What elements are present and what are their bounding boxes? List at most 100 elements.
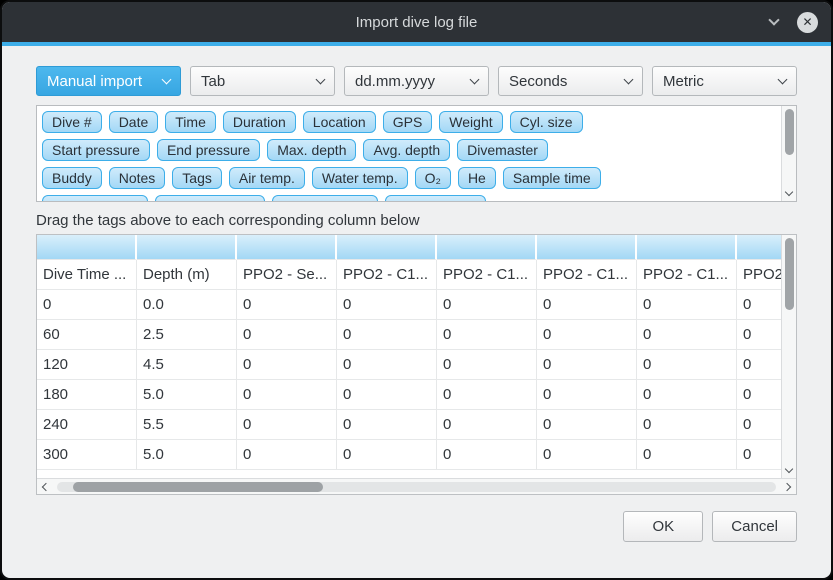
cancel-button[interactable]: Cancel: [712, 511, 797, 542]
field-tag[interactable]: End pressure: [157, 139, 260, 161]
scrollbar-thumb[interactable]: [785, 238, 794, 310]
field-tag[interactable]: Sample press.: [155, 195, 264, 201]
table-cell: 5.0: [137, 440, 237, 470]
column-header[interactable]: Depth (m): [137, 260, 237, 290]
table-cell: 0: [37, 290, 137, 320]
field-tag[interactable]: Sample temp.: [272, 195, 378, 201]
field-tag[interactable]: Max. depth: [267, 139, 356, 161]
titlebar[interactable]: Import dive log file ✕: [2, 2, 831, 42]
drop-target-cell[interactable]: [437, 235, 537, 260]
field-tag[interactable]: Water temp.: [312, 167, 408, 189]
field-tag[interactable]: Avg. depth: [363, 139, 450, 161]
field-tag[interactable]: Time: [165, 111, 216, 133]
field-tag[interactable]: Dive #: [42, 111, 102, 133]
field-tag[interactable]: Cyl. size: [510, 111, 583, 133]
table-cell: 0: [537, 290, 637, 320]
table-cell: 0: [237, 290, 337, 320]
close-button[interactable]: ✕: [797, 12, 818, 33]
field-separator-value: Tab: [201, 73, 225, 90]
table-vscrollbar[interactable]: [781, 235, 796, 478]
table-cell: 0: [537, 440, 637, 470]
drop-target-cell[interactable]: [237, 235, 337, 260]
table-cell: 0: [437, 350, 537, 380]
scroll-left-icon[interactable]: [37, 479, 55, 494]
window-title: Import dive log file: [356, 14, 478, 31]
table-cell: 0: [637, 350, 737, 380]
import-mode-value: Manual import: [47, 73, 142, 90]
table-cell: 0: [337, 440, 437, 470]
chevron-down-icon: [778, 74, 788, 84]
field-tag[interactable]: Buddy: [42, 167, 102, 189]
data-table: Dive Time ...Depth (m)PPO2 - Se...PPO2 -…: [37, 235, 781, 470]
drop-target-cell[interactable]: [537, 235, 637, 260]
dialog-buttons: OK Cancel: [36, 511, 797, 542]
tag-scrollbar[interactable]: [781, 106, 796, 201]
duration-format-select[interactable]: Seconds: [498, 66, 643, 96]
hscrollbar-track[interactable]: [57, 482, 776, 492]
scrollbar-thumb[interactable]: [785, 109, 794, 155]
ok-button[interactable]: OK: [623, 511, 703, 542]
drop-target-row: [37, 235, 781, 260]
table-cell: 5.5: [137, 410, 237, 440]
field-tag[interactable]: Weight: [439, 111, 502, 133]
field-tag[interactable]: Tags: [172, 167, 222, 189]
scroll-down-icon[interactable]: [782, 186, 796, 200]
column-header[interactable]: Dive Time ...: [37, 260, 137, 290]
scroll-down-icon[interactable]: [782, 463, 796, 477]
field-tag[interactable]: Air temp.: [229, 167, 305, 189]
table-cell: 0: [637, 320, 737, 350]
shade-button[interactable]: [766, 14, 782, 30]
field-tag[interactable]: He: [458, 167, 496, 189]
units-select[interactable]: Metric: [652, 66, 797, 96]
drop-target-cell[interactable]: [37, 235, 137, 260]
field-tag[interactable]: Divemaster: [457, 139, 548, 161]
table-cell: 0: [637, 380, 737, 410]
table-cell: 0: [237, 410, 337, 440]
field-tag[interactable]: Start pressure: [42, 139, 150, 161]
table-cell: 0: [537, 350, 637, 380]
table-cell: 0: [737, 410, 781, 440]
table-main: Dive Time ...Depth (m)PPO2 - Se...PPO2 -…: [37, 235, 796, 478]
dialog-content: Manual import Tab dd.mm.yyyy Seconds Met…: [2, 46, 831, 542]
field-tag[interactable]: GPS: [383, 111, 433, 133]
hscrollbar-thumb[interactable]: [73, 482, 323, 492]
drop-target-cell[interactable]: [337, 235, 437, 260]
field-tag[interactable]: Notes: [109, 167, 166, 189]
import-options-toolbar: Manual import Tab dd.mm.yyyy Seconds Met…: [36, 66, 797, 96]
date-format-select[interactable]: dd.mm.yyyy: [344, 66, 489, 96]
field-tag[interactable]: Duration: [223, 111, 296, 133]
import-preview-table: Dive Time ...Depth (m)PPO2 - Se...PPO2 -…: [36, 234, 797, 495]
field-separator-select[interactable]: Tab: [190, 66, 335, 96]
tag-list: Dive # Date Time Duration Location GPS Weight C…: [37, 106, 781, 201]
table-cell: 0: [537, 380, 637, 410]
table-hscrollbar[interactable]: [37, 478, 796, 494]
field-tag[interactable]: Sample time: [503, 167, 601, 189]
field-tag[interactable]: Sample depth: [42, 195, 148, 201]
drop-target-cell[interactable]: [637, 235, 737, 260]
tag-row: Start pressure End pressure Max. depth Avg.…: [42, 139, 777, 161]
titlebar-buttons: ✕: [766, 2, 818, 42]
column-header[interactable]: PPO2 - C1...: [537, 260, 637, 290]
tag-row: Sample depth Sample press. Sample temp. Sam…: [42, 195, 777, 201]
table-cell: 0: [337, 290, 437, 320]
field-tag[interactable]: Location: [303, 111, 376, 133]
duration-format-value: Seconds: [509, 73, 567, 90]
column-header[interactable]: PPO2 - Se...: [237, 260, 337, 290]
table-cell: 0: [437, 290, 537, 320]
column-header[interactable]: PPO2 - C1...: [637, 260, 737, 290]
field-tag[interactable]: O₂: [415, 167, 451, 189]
import-mode-select[interactable]: Manual import: [36, 66, 181, 96]
column-header[interactable]: PPO2 - C1...: [337, 260, 437, 290]
column-header[interactable]: PPO2 - C1...: [437, 260, 537, 290]
drop-target-cell[interactable]: [137, 235, 237, 260]
scroll-right-icon[interactable]: [778, 479, 796, 494]
column-header[interactable]: PPO2: [737, 260, 781, 290]
units-value: Metric: [663, 73, 704, 90]
field-tag[interactable]: Date: [109, 111, 159, 133]
table-cell: 0: [737, 440, 781, 470]
field-tag[interactable]: Sample CNS: [385, 195, 486, 201]
chevron-down-icon: [162, 74, 172, 84]
drop-target-cell[interactable]: [737, 235, 781, 260]
table-cell: 0: [637, 440, 737, 470]
table-cell: 0: [537, 320, 637, 350]
